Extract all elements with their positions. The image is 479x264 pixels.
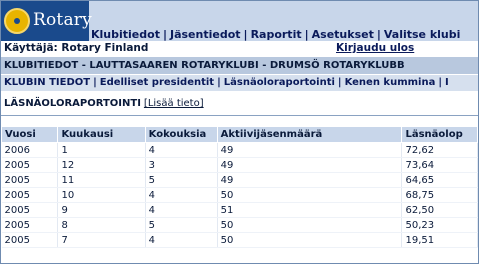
cell-month: 8 bbox=[57, 217, 146, 233]
col-vuosi[interactable]: Vuosi bbox=[1, 126, 59, 143]
cell-attendance: 64,65 bbox=[401, 172, 478, 188]
header: Rotary Klubitiedot | Jäsentiedot | Raportit |… bbox=[1, 1, 478, 41]
nav-raportit[interactable]: Raportit bbox=[251, 28, 302, 41]
club-title: KLUBITIEDOT - LAUTTASAAREN ROTARYKLUBI -… bbox=[1, 57, 478, 74]
cell-attendance: 50,23 bbox=[401, 217, 478, 233]
cell-month: 11 bbox=[57, 172, 146, 188]
cell-year: 2005 bbox=[1, 232, 59, 248]
nav-jasentiedot[interactable]: Jäsentiedot bbox=[170, 28, 241, 41]
cell-year: 2005 bbox=[1, 187, 59, 203]
rotary-logo[interactable]: Rotary bbox=[1, 1, 92, 41]
cell-members: 50 bbox=[217, 187, 403, 203]
cell-year: 2005 bbox=[1, 202, 59, 218]
cell-month: 7 bbox=[57, 232, 146, 248]
top-navigation: Klubitiedot | Jäsentiedot | Raportit | Asetuks… bbox=[91, 28, 461, 41]
table-header-row: Vuosi Kuukausi Kokouksia Aktiivijäsenmää… bbox=[1, 126, 478, 143]
col-kokouksia[interactable]: Kokouksia bbox=[144, 126, 218, 143]
cell-year: 2005 bbox=[1, 217, 59, 233]
cell-meetings: 3 bbox=[145, 157, 218, 173]
cell-attendance: 72,62 bbox=[401, 142, 478, 158]
cell-year: 2005 bbox=[1, 157, 59, 173]
cell-year: 2006 bbox=[1, 142, 59, 158]
nav-asetukset[interactable]: Asetukset bbox=[312, 28, 374, 41]
table-row: 2005 9 4 51 62,50 bbox=[1, 202, 478, 218]
app-window: Rotary Klubitiedot | Jäsentiedot | Raportit |… bbox=[0, 0, 479, 264]
table-row: 2005 11 5 49 64,65 bbox=[1, 172, 478, 188]
subnav-truncated[interactable]: I bbox=[445, 77, 449, 88]
logout-link[interactable]: Kirjaudu ulos bbox=[336, 42, 414, 54]
table-row: 2005 10 4 50 68,75 bbox=[1, 187, 478, 203]
nav-valitse-klubi[interactable]: Valitse klubi bbox=[384, 28, 461, 41]
attendance-table: Vuosi Kuukausi Kokouksia Aktiivijäsenmää… bbox=[1, 126, 478, 248]
table-row: 2006 1 4 49 72,62 bbox=[1, 142, 478, 158]
table-row: 2005 7 4 50 19,51 bbox=[1, 232, 478, 248]
cell-meetings: 5 bbox=[145, 172, 218, 188]
cell-members: 50 bbox=[217, 217, 403, 233]
col-aktiivijasenmaara[interactable]: Aktiivijäsenmäärä bbox=[216, 126, 403, 143]
cell-month: 1 bbox=[57, 142, 146, 158]
cell-meetings: 5 bbox=[145, 217, 218, 233]
cell-meetings: 4 bbox=[145, 232, 218, 248]
table-row: 2005 8 5 50 50,23 bbox=[1, 217, 478, 233]
sub-navigation: KLUBIN TIEDOT | Edelliset presidentit | Läsn… bbox=[1, 75, 478, 91]
cell-attendance: 68,75 bbox=[401, 187, 478, 203]
divider bbox=[1, 115, 478, 116]
subnav-kenen-kummina[interactable]: Kenen kummina bbox=[345, 77, 436, 88]
cell-meetings: 4 bbox=[145, 202, 218, 218]
current-user: Käyttäjä: Rotary Finland bbox=[4, 42, 149, 54]
subnav-edelliset-presidentit[interactable]: Edelliset presidentit bbox=[100, 77, 214, 88]
cell-members: 49 bbox=[217, 172, 403, 188]
cell-members: 50 bbox=[217, 232, 403, 248]
col-kuukausi[interactable]: Kuukausi bbox=[57, 126, 146, 143]
cell-attendance: 62,50 bbox=[401, 202, 478, 218]
cell-meetings: 4 bbox=[145, 142, 218, 158]
cell-year: 2005 bbox=[1, 172, 59, 188]
subnav-lasnaoloraportointi[interactable]: Läsnäoloraportointi bbox=[224, 77, 335, 88]
cell-members: 49 bbox=[217, 157, 403, 173]
add-entry-link[interactable]: [Lisää tieto] bbox=[144, 98, 204, 109]
table-row: 2005 12 3 49 73,64 bbox=[1, 157, 478, 173]
section-title: LÄSNÄOLORAPORTOINTI bbox=[4, 98, 141, 109]
cell-month: 12 bbox=[57, 157, 146, 173]
user-bar: Käyttäjä: Rotary Finland Kirjaudu ulos bbox=[1, 41, 478, 56]
subnav-klubin-tiedot[interactable]: KLUBIN TIEDOT bbox=[4, 77, 90, 88]
logo-text: Rotary bbox=[33, 10, 92, 30]
cell-members: 51 bbox=[217, 202, 403, 218]
cell-attendance: 73,64 bbox=[401, 157, 478, 173]
cell-month: 10 bbox=[57, 187, 146, 203]
nav-klubitiedot[interactable]: Klubitiedot bbox=[91, 28, 160, 41]
cell-month: 9 bbox=[57, 202, 146, 218]
cell-meetings: 4 bbox=[145, 187, 218, 203]
cell-members: 49 bbox=[217, 142, 403, 158]
section-header: LÄSNÄOLORAPORTOINTI [Lisää tieto] bbox=[1, 96, 478, 112]
cell-attendance: 19,51 bbox=[401, 232, 478, 248]
col-lasnaolo[interactable]: Läsnäolop bbox=[401, 126, 478, 143]
rotary-wheel-icon bbox=[4, 8, 30, 34]
